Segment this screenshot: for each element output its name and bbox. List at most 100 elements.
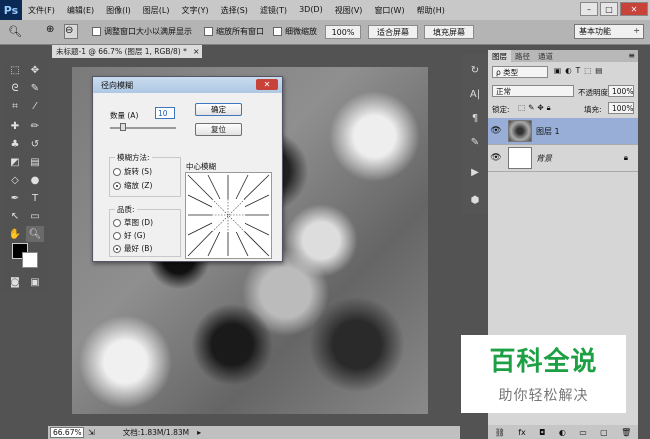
lasso-tool-icon[interactable]: ᘓ <box>6 80 24 96</box>
zoom-level-field[interactable]: 66.67% <box>50 427 84 438</box>
scrubby-zoom-checkbox[interactable]: 细微缩放 <box>273 26 317 37</box>
fx-icon[interactable]: fx <box>518 428 526 437</box>
quality-good-option[interactable]: 好 (G) <box>113 230 146 241</box>
eye-icon[interactable]: 👁︎ <box>488 126 504 136</box>
dodge-tool-icon[interactable]: ● <box>26 172 44 188</box>
radio-button[interactable] <box>113 218 121 227</box>
status-arrow-icon[interactable]: ▸ <box>197 428 201 437</box>
blur-center-preview[interactable] <box>185 172 272 259</box>
menu-select[interactable]: 选择(S) <box>215 5 254 16</box>
checkbox-box[interactable] <box>204 27 213 36</box>
zoom-tool-icon[interactable]: 🔍︎ <box>8 25 22 38</box>
document-tab[interactable]: 未标题-1 @ 66.7% (图层 1, RGB/8) * × <box>52 45 202 58</box>
pen-tool-icon[interactable]: ✒ <box>6 190 24 206</box>
marquee-tool-icon[interactable]: ⬚ <box>6 62 24 78</box>
radio-button[interactable] <box>113 231 121 240</box>
menu-view[interactable]: 视图(V) <box>329 5 369 16</box>
layer-row[interactable]: 👁︎ 背景 🔒︎ <box>488 145 638 172</box>
3d-panel-icon[interactable]: ⬢ <box>466 192 484 208</box>
character-panel-icon[interactable]: A| <box>466 86 484 102</box>
fit-screen-button[interactable]: 适合屏幕 <box>368 25 418 39</box>
amount-slider-thumb[interactable] <box>120 123 126 131</box>
radio-button[interactable] <box>113 181 121 190</box>
radio-button[interactable] <box>113 167 121 176</box>
status-share-icon[interactable]: ⇲ <box>88 428 95 437</box>
move-tool-icon[interactable]: ✥ <box>26 62 44 78</box>
blur-tool-icon[interactable]: ◇ <box>6 172 24 188</box>
checkbox-box[interactable] <box>273 27 282 36</box>
screen-mode-icon[interactable]: ▣ <box>26 274 44 290</box>
fill-screen-button[interactable]: 填充屏幕 <box>424 25 474 39</box>
menu-filter[interactable]: 滤镜(T) <box>254 5 293 16</box>
resize-windows-checkbox[interactable]: 调整窗口大小以满屏显示 <box>92 26 192 37</box>
tab-channels[interactable]: 通道 <box>534 50 557 62</box>
gradient-tool-icon[interactable]: ▤ <box>26 154 44 170</box>
menu-layer[interactable]: 图层(L) <box>137 5 176 16</box>
tab-layers[interactable]: 图层 <box>488 50 511 62</box>
method-zoom-option[interactable]: 缩放 (Z) <box>113 180 152 191</box>
zoom-tool-icon[interactable]: 🔍︎ <box>26 226 44 242</box>
trash-icon[interactable]: 🗑︎ <box>621 428 631 437</box>
shape-tool-icon[interactable]: ▭ <box>26 208 44 224</box>
method-spin-option[interactable]: 旋转 (S) <box>113 166 152 177</box>
radio-button[interactable] <box>113 244 121 253</box>
workspace-select[interactable]: 基本功能 <box>574 24 644 39</box>
eyedropper-tool-icon[interactable]: ⁄ <box>26 98 44 114</box>
dialog-close-button[interactable]: ✕ <box>256 79 278 90</box>
quick-mask-icon[interactable]: ◙ <box>6 274 24 290</box>
hand-tool-icon[interactable]: ✋ <box>6 226 24 242</box>
quick-select-tool-icon[interactable]: ✎ <box>26 80 44 96</box>
lock-icons[interactable]: ⬚✎✥🔒︎ <box>518 103 554 113</box>
fill-input[interactable]: 100% <box>608 102 634 114</box>
quality-group: 品质: 草图 (D) 好 (G) 最好 (B) <box>109 204 181 257</box>
menu-type[interactable]: 文字(Y) <box>175 5 214 16</box>
path-select-tool-icon[interactable]: ↖ <box>6 208 24 224</box>
crop-tool-icon[interactable]: ⌗ <box>6 98 24 114</box>
mask-icon[interactable]: ◘ <box>539 428 545 437</box>
stamp-tool-icon[interactable]: ♣ <box>6 136 24 152</box>
dialog-titlebar[interactable]: 径向模糊 ✕ <box>93 77 282 93</box>
healing-brush-tool-icon[interactable]: ✚ <box>6 118 24 134</box>
history-panel-icon[interactable]: ↻ <box>466 62 484 78</box>
new-layer-icon[interactable]: ▢ <box>600 428 608 437</box>
adjustment-icon[interactable]: ◐ <box>559 428 566 437</box>
menu-window[interactable]: 窗口(W) <box>368 5 410 16</box>
menu-edit[interactable]: 编辑(E) <box>61 5 100 16</box>
checkbox-box[interactable] <box>92 27 101 36</box>
close-document-icon[interactable]: × <box>193 47 200 56</box>
menu-file[interactable]: 文件(F) <box>22 5 61 16</box>
restore-button[interactable]: □ <box>600 2 618 16</box>
zoom-out-icon[interactable]: ⊖ <box>64 24 78 39</box>
brush-tool-icon[interactable]: ✏ <box>26 118 44 134</box>
amount-input[interactable]: 10 <box>155 107 175 119</box>
minimize-button[interactable]: – <box>580 2 598 16</box>
tab-paths[interactable]: 路径 <box>511 50 534 62</box>
eye-icon[interactable]: 👁︎ <box>488 153 504 163</box>
type-tool-icon[interactable]: T <box>26 190 44 206</box>
zoom-in-icon[interactable]: ⊕ <box>46 24 60 39</box>
menu-image[interactable]: 图像(I) <box>100 5 137 16</box>
menu-3d[interactable]: 3D(D) <box>293 5 329 16</box>
panel-menu-icon[interactable]: ≡ <box>628 51 635 60</box>
paragraph-panel-icon[interactable]: ¶ <box>466 110 484 126</box>
reset-button[interactable]: 复位 <box>195 123 242 136</box>
zoom-100-button[interactable]: 100% <box>325 25 361 39</box>
folder-icon[interactable]: ▭ <box>579 428 587 437</box>
brush-panel-icon[interactable]: ✎ <box>466 134 484 150</box>
close-window-button[interactable]: ✕ <box>620 2 648 16</box>
opacity-input[interactable]: 100% <box>608 85 634 97</box>
quality-draft-option[interactable]: 草图 (D) <box>113 217 153 228</box>
menu-help[interactable]: 帮助(H) <box>411 5 451 16</box>
history-brush-tool-icon[interactable]: ↺ <box>26 136 44 152</box>
background-color-swatch[interactable] <box>22 252 38 268</box>
eraser-tool-icon[interactable]: ◩ <box>6 154 24 170</box>
layer-filter-icons[interactable]: ▣◐T⬚▤ <box>554 66 606 75</box>
actions-panel-icon[interactable]: ▶ <box>466 164 484 180</box>
layer-filter-select[interactable]: ρ 类型 <box>492 66 548 78</box>
ok-button[interactable]: 确定 <box>195 103 242 116</box>
layer-row[interactable]: 👁︎ 图层 1 <box>488 118 638 145</box>
zoom-all-checkbox[interactable]: 缩放所有窗口 <box>204 26 264 37</box>
link-icon[interactable]: ⛓ <box>495 428 505 437</box>
quality-best-option[interactable]: 最好 (B) <box>113 243 152 254</box>
blend-mode-select[interactable]: 正常 <box>492 85 574 97</box>
